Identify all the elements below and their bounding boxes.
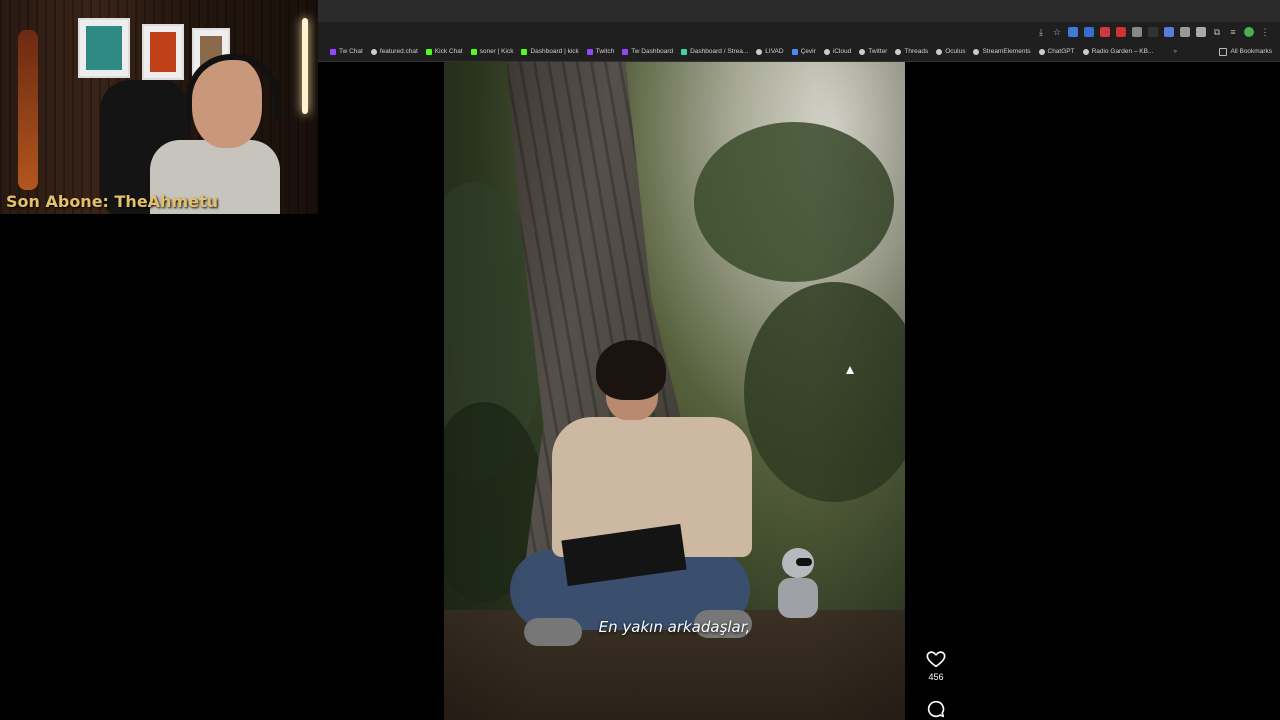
globe-icon	[973, 48, 980, 55]
kick-icon	[425, 48, 432, 55]
translate-icon	[791, 48, 798, 55]
comment-icon[interactable]	[925, 698, 947, 720]
globe-icon	[936, 48, 943, 55]
latest-subscriber-label: Son Abone: TheAhmetu	[6, 192, 219, 211]
tab-strip	[318, 0, 1280, 22]
chatgpt-icon	[1038, 48, 1045, 55]
bookmark-item[interactable]: Radio Garden – KB...	[1082, 48, 1153, 55]
extension-icon[interactable]	[1196, 27, 1206, 37]
twitch-icon	[622, 48, 629, 55]
like-count: 456	[928, 672, 944, 682]
all-bookmarks-button[interactable]: All Bookmarks	[1219, 47, 1272, 56]
bookmark-item[interactable]: Threads	[895, 48, 928, 55]
bookmark-item[interactable]: Tw Chat	[330, 48, 363, 55]
bookmarks-overflow-button[interactable]: »	[1173, 48, 1177, 55]
browser-toolbar: ⤓ ☆ ⧉ ≡ ⋮	[318, 22, 1280, 42]
video-subtitle: En yakın arkadaşlar,	[598, 618, 751, 636]
extensions-puzzle-icon[interactable]: ⧉	[1212, 27, 1222, 37]
bookmark-item[interactable]: Twitter	[859, 48, 887, 55]
extension-icon[interactable]	[1164, 27, 1174, 37]
webcam-overlay: Son Abone: TheAhmetu	[0, 0, 318, 214]
wall-frame	[142, 24, 184, 80]
media-control-icon[interactable]: ≡	[1228, 27, 1238, 37]
bookmark-item[interactable]: Kick Chat	[425, 48, 463, 55]
extension-icon[interactable]	[1132, 27, 1142, 37]
bookmark-item[interactable]: Oculus	[936, 48, 965, 55]
neon-light	[302, 18, 308, 114]
extension-icon[interactable]	[1180, 27, 1190, 37]
twitch-icon	[330, 48, 336, 55]
globe-icon	[756, 48, 763, 55]
bookmark-item[interactable]: Twitch	[586, 48, 614, 55]
twitch-icon	[586, 48, 593, 55]
bookmark-item[interactable]: featured.chat	[370, 48, 418, 55]
extension-icon[interactable]	[1148, 27, 1158, 37]
apple-icon	[823, 48, 830, 55]
mouse-cursor-icon	[846, 366, 854, 374]
globe-icon	[370, 48, 377, 55]
bookmarks-bar: Tw Chat featured.chat Kick Chat soner | …	[318, 42, 1280, 62]
kick-icon	[521, 48, 528, 55]
threads-icon	[895, 48, 902, 55]
wall-frame	[78, 18, 130, 78]
extension-icon[interactable]	[1116, 27, 1126, 37]
extension-icon[interactable]	[1084, 27, 1094, 37]
globe-icon	[1082, 48, 1089, 55]
menu-kebab-icon[interactable]: ⋮	[1260, 27, 1270, 37]
bookmark-item[interactable]: iCloud	[823, 48, 851, 55]
kick-icon	[470, 48, 477, 55]
bookmark-item[interactable]: ChatGPT	[1038, 48, 1075, 55]
extension-icon[interactable]	[1068, 27, 1078, 37]
bookmark-item[interactable]: Dashboard / Strea...	[681, 48, 748, 55]
globe-icon	[859, 48, 866, 55]
extension-icon[interactable]	[1100, 27, 1110, 37]
dashboard-icon	[681, 48, 688, 55]
bookmark-item[interactable]: StreamElements	[973, 48, 1031, 55]
bookmark-star-icon[interactable]: ☆	[1052, 27, 1062, 37]
heart-icon[interactable]	[925, 648, 947, 670]
install-icon[interactable]: ⤓	[1036, 27, 1046, 37]
profile-avatar-icon[interactable]	[1244, 27, 1254, 37]
video-actions: 456	[922, 648, 950, 720]
bookmark-item[interactable]: LIVAD	[756, 48, 784, 55]
guitar	[18, 30, 38, 190]
bookmark-item[interactable]: Tw Dashboard	[622, 48, 673, 55]
bookmark-item[interactable]: Dashboard | kick	[521, 48, 579, 55]
folder-icon	[1219, 47, 1228, 56]
bookmark-item[interactable]: soner | Kick	[470, 48, 513, 55]
short-video-player[interactable]: En yakın arkadaşlar,	[444, 62, 905, 720]
bookmark-item[interactable]: Çevir	[791, 48, 816, 55]
